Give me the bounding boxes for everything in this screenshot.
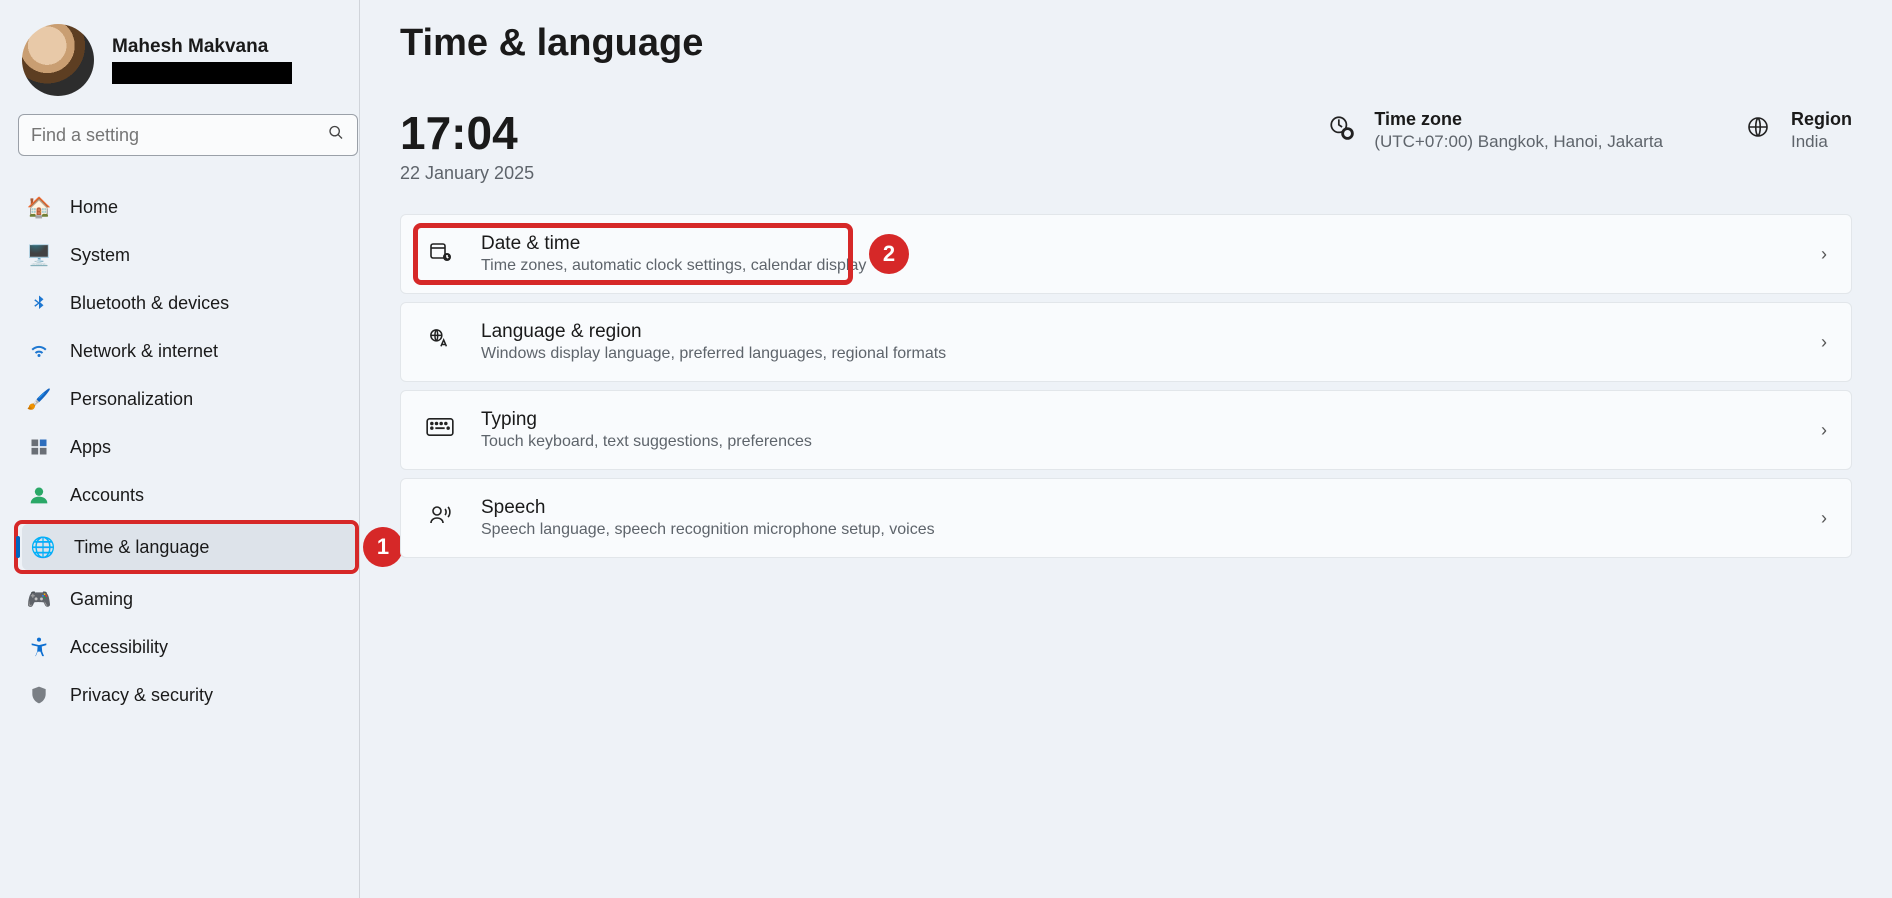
card-subtitle: Speech language, speech recognition micr… [481, 521, 935, 539]
card-title: Language & region [481, 321, 946, 343]
person-icon [26, 482, 52, 508]
wifi-icon [26, 338, 52, 364]
sidebar-item-system[interactable]: 🖥️ System [18, 232, 359, 278]
sidebar-item-accounts[interactable]: Accounts [18, 472, 359, 518]
sidebar-item-label: System [70, 245, 130, 266]
keyboard-icon [425, 417, 455, 443]
clock-date: 22 January 2025 [400, 163, 534, 184]
system-icon: 🖥️ [26, 242, 52, 268]
search-icon [328, 125, 344, 146]
chevron-right-icon: › [1821, 332, 1827, 353]
settings-card-list: Date & time Time zones, automatic clock … [400, 214, 1852, 558]
sidebar-item-label: Privacy & security [70, 685, 213, 706]
timezone-info: Time zone (UTC+07:00) Bangkok, Hanoi, Ja… [1326, 109, 1663, 152]
sidebar-item-label: Accounts [70, 485, 144, 506]
apps-icon [26, 434, 52, 460]
sidebar-item-label: Gaming [70, 589, 133, 610]
gamepad-icon: 🎮 [26, 586, 52, 612]
language-icon [425, 328, 455, 356]
sidebar-item-privacy[interactable]: Privacy & security [18, 672, 359, 718]
user-email-redacted [112, 62, 292, 84]
sidebar-item-label: Bluetooth & devices [70, 293, 229, 314]
sidebar-item-home[interactable]: 🏠 Home [18, 184, 359, 230]
card-date-time[interactable]: Date & time Time zones, automatic clock … [400, 214, 1852, 294]
card-title: Typing [481, 409, 812, 431]
sidebar-item-time-language[interactable]: 🌐 Time & language [22, 524, 355, 570]
sidebar-item-personalization[interactable]: 🖌️ Personalization [18, 376, 359, 422]
card-subtitle: Windows display language, preferred lang… [481, 345, 946, 363]
card-title: Speech [481, 497, 935, 519]
annotation-callout-1: 1 [363, 527, 403, 567]
speech-icon [425, 503, 455, 533]
user-account-block[interactable]: Mahesh Makvana [18, 18, 359, 114]
globe-clock-icon: 🌐 [30, 534, 56, 560]
card-subtitle: Touch keyboard, text suggestions, prefer… [481, 433, 812, 451]
annotation-callout-2: 2 [869, 234, 909, 274]
page-title: Time & language [400, 22, 1852, 65]
sidebar-item-label: Apps [70, 437, 111, 458]
sidebar-item-network[interactable]: Network & internet [18, 328, 359, 374]
shield-icon [26, 682, 52, 708]
region-info: Region India [1743, 109, 1852, 152]
time-summary-row: 17:04 22 January 2025 Time zone (UTC+07:… [400, 109, 1852, 184]
card-language-region[interactable]: Language & region Windows display langua… [400, 302, 1852, 382]
sidebar-item-label: Time & language [74, 537, 209, 558]
sidebar-item-accessibility[interactable]: Accessibility [18, 624, 359, 670]
region-value: India [1791, 132, 1852, 152]
sidebar-item-label: Network & internet [70, 341, 218, 362]
globe-icon [1743, 115, 1773, 146]
calendar-clock-icon [425, 239, 455, 269]
annotation-highlight-1: 🌐 Time & language 1 [14, 520, 359, 574]
chevron-right-icon: › [1821, 244, 1827, 265]
chevron-right-icon: › [1821, 508, 1827, 529]
timezone-icon [1326, 114, 1356, 147]
region-label: Region [1791, 109, 1852, 130]
clock-time: 17:04 [400, 109, 534, 157]
timezone-value: (UTC+07:00) Bangkok, Hanoi, Jakarta [1374, 132, 1663, 152]
sidebar-item-label: Personalization [70, 389, 193, 410]
card-subtitle: Time zones, automatic clock settings, ca… [481, 257, 866, 275]
card-title: Date & time [481, 233, 866, 255]
bluetooth-icon [26, 290, 52, 316]
sidebar-item-label: Home [70, 197, 118, 218]
timezone-label: Time zone [1374, 109, 1663, 130]
chevron-right-icon: › [1821, 420, 1827, 441]
sidebar-item-label: Accessibility [70, 637, 168, 658]
user-name: Mahesh Makvana [112, 36, 292, 58]
sidebar-item-apps[interactable]: Apps [18, 424, 359, 470]
avatar [22, 24, 94, 96]
sidebar: Mahesh Makvana 🏠 Home 🖥️ System Bluetoot… [0, 0, 360, 898]
search-wrapper [18, 114, 358, 156]
search-input[interactable] [18, 114, 358, 156]
card-typing[interactable]: Typing Touch keyboard, text suggestions,… [400, 390, 1852, 470]
clock-block: 17:04 22 January 2025 [400, 109, 534, 184]
main-content: Time & language 17:04 22 January 2025 Ti… [360, 0, 1892, 898]
accessibility-icon [26, 634, 52, 660]
home-icon: 🏠 [26, 194, 52, 220]
sidebar-item-gaming[interactable]: 🎮 Gaming [18, 576, 359, 622]
brush-icon: 🖌️ [26, 386, 52, 412]
sidebar-item-bluetooth[interactable]: Bluetooth & devices [18, 280, 359, 326]
nav-list: 🏠 Home 🖥️ System Bluetooth & devices Net… [18, 184, 359, 718]
card-speech[interactable]: Speech Speech language, speech recogniti… [400, 478, 1852, 558]
